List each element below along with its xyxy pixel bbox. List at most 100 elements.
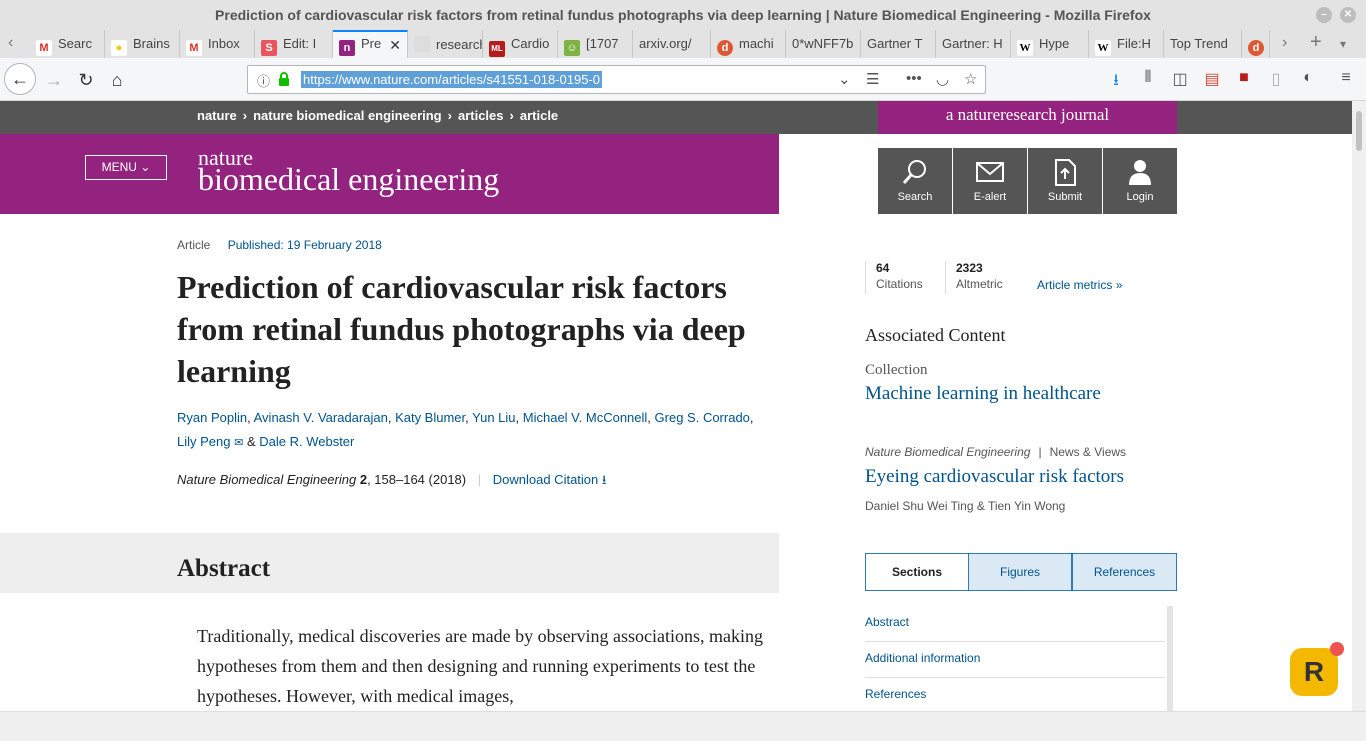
- extension-page-icon[interactable]: ▯: [1266, 69, 1286, 89]
- chevron-right-icon: ›: [242, 108, 248, 123]
- tab-image[interactable]: 0*wNFF7b: [786, 30, 861, 58]
- author-link[interactable]: Ryan Poplin: [177, 410, 247, 425]
- menu-button[interactable]: MENU ⌄: [85, 155, 167, 180]
- chevron-right-icon: ›: [509, 108, 514, 123]
- extension-m-icon[interactable]: ■: [1234, 69, 1254, 87]
- tab-arxiv-1707[interactable]: ☺ [1707: [558, 30, 633, 58]
- site-info-icon[interactable]: ⓘ: [257, 71, 270, 90]
- search-button[interactable]: Search: [878, 148, 952, 214]
- tab-brains[interactable]: ● Brains: [105, 30, 180, 58]
- library-icon[interactable]: ⫴: [1138, 69, 1158, 87]
- author-link[interactable]: Lily Peng: [177, 434, 230, 449]
- tab-duckduckgo[interactable]: d: [1242, 30, 1270, 58]
- address-bar[interactable]: ⓘ https://www.nature.com/articles/s41551…: [247, 65, 986, 94]
- tab-arxiv[interactable]: arxiv.org/: [633, 30, 711, 58]
- tab-gartner-t[interactable]: Gartner T: [861, 30, 936, 58]
- download-citation-link[interactable]: Download Citation ⭳: [493, 472, 607, 487]
- tab-top-trends[interactable]: Top Trend: [1164, 30, 1242, 58]
- ealert-button[interactable]: E-alert: [953, 148, 1027, 214]
- scrollbar-thumb[interactable]: [1356, 111, 1362, 151]
- page-scrollbar[interactable]: [1352, 101, 1366, 711]
- scroll-tabs-right-icon[interactable]: ›: [1282, 34, 1287, 52]
- section-list-scrollbar[interactable]: [1167, 606, 1173, 711]
- breadcrumb-nature[interactable]: nature: [197, 108, 237, 123]
- login-button[interactable]: Login: [1103, 148, 1177, 214]
- chevron-right-icon: ›: [447, 108, 452, 123]
- breadcrumb-articles[interactable]: articles: [458, 108, 504, 123]
- author-list: Ryan Poplin, Avinash V. Varadarajan, Kat…: [177, 410, 754, 449]
- citations-metric: 64 Citations: [865, 261, 945, 295]
- new-tab-icon[interactable]: +: [1310, 31, 1322, 54]
- tab-machine[interactable]: d machi: [711, 30, 786, 58]
- article-metrics-link[interactable]: Article metrics »: [1037, 278, 1122, 292]
- journal-logo-name[interactable]: biomedical engineering: [198, 161, 499, 198]
- breadcrumb-journal[interactable]: nature biomedical engineering: [253, 108, 442, 123]
- section-tabs: Sections Figures References: [865, 553, 1177, 591]
- forward-button[interactable]: →: [40, 66, 68, 94]
- pocket-icon[interactable]: ◡: [936, 70, 949, 88]
- page-actions-icon[interactable]: •••: [906, 70, 922, 87]
- downloads-icon[interactable]: ⭳: [1106, 69, 1126, 96]
- abstract-text: Traditionally, medical discoveries are m…: [197, 626, 764, 706]
- natureresearch-banner[interactable]: a natureresearch journal: [878, 101, 1177, 134]
- back-button[interactable]: ←: [4, 63, 36, 95]
- tab-nature-article[interactable]: n Pre ✕: [333, 30, 408, 58]
- breadcrumb-bar: nature › nature biomedical engineering › art…: [0, 101, 1352, 134]
- duckduckgo-icon: d: [1248, 40, 1264, 56]
- reader-view-icon[interactable]: ☰: [866, 70, 879, 88]
- tab-figures[interactable]: Figures: [968, 553, 1072, 591]
- s-icon: S: [261, 40, 277, 56]
- section-link-additional-information[interactable]: Additional information: [865, 642, 1165, 678]
- window-title: Prediction of cardiovascular risk factor…: [215, 7, 1151, 23]
- author-link[interactable]: Katy Blumer: [395, 410, 465, 425]
- tab-references[interactable]: References: [1072, 553, 1177, 591]
- tab-cardio[interactable]: ML Cardio: [483, 30, 558, 58]
- author-link[interactable]: Yun Liu: [472, 410, 515, 425]
- reload-button[interactable]: ↻: [72, 66, 100, 94]
- notification-dot: [1330, 642, 1344, 656]
- minimize-button[interactable]: –: [1316, 7, 1332, 23]
- gmail-icon: M: [186, 40, 202, 56]
- associated-content-heading: Associated Content: [865, 325, 1006, 345]
- tab-gartner-h[interactable]: Gartner: H: [936, 30, 1011, 58]
- collection-link[interactable]: Machine learning in healthcare: [865, 383, 1101, 405]
- list-tabs-icon[interactable]: ▾: [1340, 37, 1346, 51]
- author-link[interactable]: Avinash V. Varadarajan: [254, 410, 388, 425]
- author-link[interactable]: Michael V. McConnell: [523, 410, 648, 425]
- submit-button[interactable]: Submit: [1028, 148, 1102, 214]
- navigation-toolbar: ← → ↻ ⌂ ⓘ https://www.nature.com/article…: [0, 58, 1366, 101]
- url-text[interactable]: https://www.nature.com/articles/s41551-0…: [301, 71, 602, 88]
- todoist-icon[interactable]: ▤: [1202, 69, 1222, 89]
- bookmark-star-icon[interactable]: ☆: [964, 70, 977, 88]
- breadcrumb: nature › nature biomedical engineering › art…: [197, 108, 558, 123]
- tab-hype[interactable]: W Hype: [1011, 30, 1089, 58]
- sidebar-icon[interactable]: ◫: [1170, 69, 1190, 89]
- tab-gmail-search[interactable]: M Searc: [30, 30, 105, 58]
- section-link-references[interactable]: References: [865, 678, 1165, 711]
- tab-research[interactable]: research.c: [408, 30, 483, 58]
- reader-extension-button[interactable]: R: [1290, 642, 1344, 696]
- window-titlebar: Prediction of cardiovascular risk factor…: [0, 0, 1366, 30]
- close-tab-icon[interactable]: ✕: [389, 37, 401, 54]
- email-icon[interactable]: ✉: [234, 437, 243, 449]
- hamburger-menu-icon[interactable]: ≡: [1336, 69, 1356, 87]
- article-meta: Article Published: 19 February 2018: [177, 238, 382, 252]
- nature-icon: n: [339, 40, 355, 56]
- page-content: nature › nature biomedical engineering › art…: [0, 101, 1352, 711]
- home-button[interactable]: ⌂: [103, 66, 131, 94]
- tab-sections[interactable]: Sections: [865, 553, 969, 591]
- extension-c-icon[interactable]: ◐: [1298, 69, 1318, 87]
- url-dropdown-icon[interactable]: ⌄: [838, 70, 851, 88]
- tab-edit[interactable]: S Edit: I: [255, 30, 333, 58]
- scroll-tabs-left-icon[interactable]: ‹: [8, 34, 13, 52]
- section-link-abstract[interactable]: Abstract: [865, 606, 1165, 642]
- journal-pages: , 158–164 (2018): [367, 472, 467, 487]
- news-views-link[interactable]: Eyeing cardiovascular risk factors: [865, 466, 1124, 488]
- close-window-button[interactable]: ✕: [1340, 7, 1356, 23]
- author-link[interactable]: Greg S. Corrado: [655, 410, 750, 425]
- tab-file-h[interactable]: W File:H: [1089, 30, 1164, 58]
- tab-inbox[interactable]: M Inbox: [180, 30, 255, 58]
- author-link[interactable]: Dale R. Webster: [259, 434, 354, 449]
- search-icon: [902, 160, 926, 184]
- user-icon: [1129, 160, 1151, 185]
